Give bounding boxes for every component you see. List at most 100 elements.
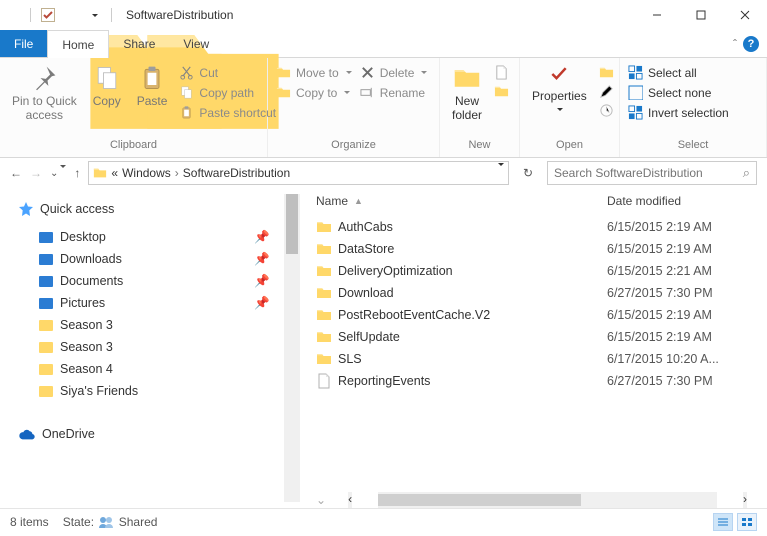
file-row[interactable]: Download6/27/2015 7:30 PM [316, 282, 757, 304]
file-row[interactable]: DataStore 6/15/2015 2:19 AM [316, 238, 757, 260]
copy-path-button[interactable]: Copy path [177, 84, 278, 101]
help-icon[interactable]: ? [743, 36, 759, 52]
paste-icon [138, 64, 166, 92]
open-button[interactable] [597, 64, 616, 81]
file-date: 6/15/2015 2:21 AM [607, 264, 757, 278]
paste-button[interactable]: Paste [131, 62, 174, 110]
hscroll-left-button[interactable]: ‹ [348, 492, 352, 508]
view-details-button[interactable] [713, 513, 733, 531]
quick-access-header[interactable]: Quick access [18, 198, 294, 220]
select-none-button[interactable]: Select none [626, 84, 731, 101]
hscroll-right-button[interactable]: › [743, 492, 747, 508]
hscroll-thumb[interactable] [378, 494, 581, 506]
sidebar-item[interactable]: Season 3 [18, 314, 294, 336]
nav-recent-dropdown[interactable]: ⌄ [50, 168, 66, 179]
sidebar-item[interactable]: Season 4 [18, 358, 294, 380]
file-row[interactable]: AuthCabs 6/15/2015 2:19 AM [316, 216, 757, 238]
tab-home[interactable]: Home [47, 30, 109, 58]
new-folder-button[interactable]: New folder [446, 62, 488, 124]
navpane-scrollbar-thumb[interactable] [286, 194, 298, 254]
sort-asc-icon: ▲ [354, 196, 363, 206]
file-name: AuthCabs [338, 220, 393, 234]
nav-forward-button[interactable]: → [30, 166, 42, 180]
refresh-button[interactable]: ↻ [517, 162, 539, 184]
qat-newfolder-icon[interactable] [63, 7, 79, 23]
new-item-button[interactable] [492, 64, 511, 81]
sidebar-item[interactable]: Documents📌 [18, 270, 294, 292]
maximize-button[interactable] [679, 1, 723, 29]
address-history-dropdown[interactable] [496, 166, 504, 180]
move-to-icon [276, 65, 291, 80]
file-row[interactable]: PostRebootEventCache.V26/15/2015 2:19 AM [316, 304, 757, 326]
breadcrumb-windows[interactable]: Windows [122, 166, 171, 180]
sidebar-item[interactable]: Siya's Friends [18, 380, 294, 402]
qat-customize-dropdown[interactable] [85, 6, 103, 24]
tab-file[interactable]: File [0, 30, 47, 57]
sidebar-item[interactable]: Desktop📌 [18, 226, 294, 248]
address-prefix: « [111, 166, 118, 180]
file-date: 6/15/2015 2:19 AM [607, 242, 757, 256]
group-label-open: Open [526, 137, 613, 153]
address-row: ← → ⌄ ↑ « Windows › SoftwareDistribution… [0, 158, 767, 188]
sidebar-item[interactable]: Downloads📌 [18, 248, 294, 270]
minimize-button[interactable] [635, 1, 679, 29]
paste-shortcut-icon [179, 105, 194, 120]
pin-to-quick-access-button[interactable]: Pin to Quick access [6, 62, 83, 124]
history-button[interactable] [597, 102, 616, 119]
navpane-scrollbar[interactable] [284, 194, 300, 502]
file-row[interactable]: DeliveryOptimization6/15/2015 2:21 AM [316, 260, 757, 282]
navigation-pane: Quick access Desktop📌Downloads📌Documents… [0, 188, 300, 508]
cut-button[interactable]: Cut [177, 64, 278, 81]
folder-icon [316, 263, 332, 279]
select-all-button[interactable]: Select all [626, 64, 731, 81]
paste-shortcut-button[interactable]: Paste shortcut [177, 104, 278, 121]
people-icon [97, 516, 115, 528]
status-bar: 8 items State: Shared [0, 508, 767, 534]
easy-access-button[interactable] [492, 83, 511, 100]
search-input[interactable] [554, 166, 743, 180]
tab-share[interactable]: Share [109, 30, 169, 57]
properties-button[interactable]: Properties [526, 62, 593, 116]
column-name[interactable]: Name ▲ [316, 194, 607, 208]
onedrive-item[interactable]: OneDrive [18, 424, 294, 444]
edit-button[interactable] [597, 83, 616, 100]
file-date: 6/15/2015 2:19 AM [607, 220, 757, 234]
search-box[interactable]: ⌕ [547, 161, 757, 185]
file-row[interactable]: SelfUpdate6/15/2015 2:19 AM [316, 326, 757, 348]
rename-button[interactable]: Rename [358, 84, 430, 101]
nav-back-button[interactable]: ← [10, 166, 22, 180]
address-bar[interactable]: « Windows › SoftwareDistribution [88, 161, 509, 185]
edit-icon [599, 84, 614, 99]
horizontal-scrollbar[interactable] [378, 492, 717, 508]
copy-path-icon [179, 85, 194, 100]
column-date[interactable]: Date modified [607, 194, 757, 208]
new-item-icon [494, 65, 509, 80]
file-date: 6/15/2015 2:19 AM [607, 308, 757, 322]
status-item-count: 8 items [10, 515, 49, 529]
group-label-organize: Organize [274, 137, 433, 153]
invert-selection-button[interactable]: Invert selection [626, 104, 731, 121]
breadcrumb-current[interactable]: SoftwareDistribution [183, 166, 290, 180]
file-row[interactable]: ReportingEvents6/27/2015 7:30 PM [316, 370, 757, 392]
close-button[interactable] [723, 1, 767, 29]
pictures-icon [38, 295, 54, 311]
file-date: 6/17/2015 10:20 A... [607, 352, 757, 366]
sidebar-item-label: Season 3 [60, 340, 113, 354]
navpane-scroll-down-icon[interactable]: ⌄ [316, 493, 326, 507]
sidebar-item[interactable]: Pictures📌 [18, 292, 294, 314]
nav-up-button[interactable]: ↑ [74, 166, 80, 180]
copy-to-button[interactable]: Copy to [274, 84, 354, 101]
delete-button[interactable]: Delete [358, 64, 430, 81]
file-name: DataStore [338, 242, 394, 256]
sidebar-item-label: Season 3 [60, 318, 113, 332]
column-headers[interactable]: Name ▲ Date modified [300, 188, 767, 214]
qat-properties-icon[interactable] [39, 6, 57, 24]
file-name: Download [338, 286, 394, 300]
sidebar-item[interactable]: Season 3 [18, 336, 294, 358]
tab-view[interactable]: View [169, 30, 223, 57]
view-large-icons-button[interactable] [737, 513, 757, 531]
move-to-button[interactable]: Move to [274, 64, 354, 81]
copy-button[interactable]: Copy [87, 62, 127, 110]
collapse-ribbon-icon[interactable]: ˆ [733, 37, 737, 51]
file-row[interactable]: SLS6/17/2015 10:20 A... [316, 348, 757, 370]
